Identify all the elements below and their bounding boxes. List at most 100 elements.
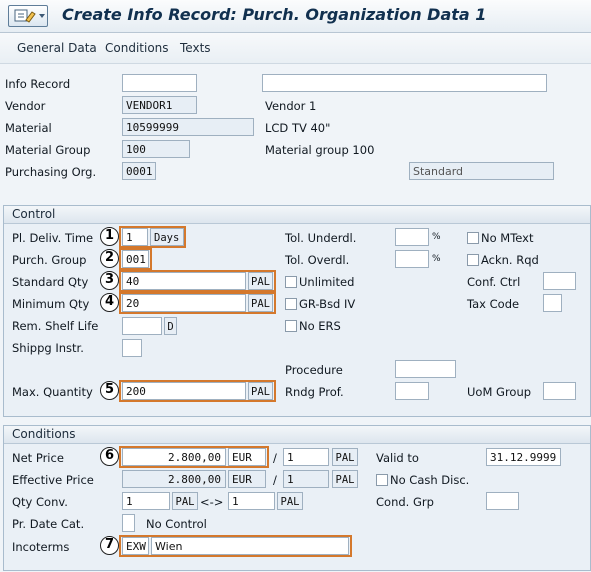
valid-to-field[interactable]: 31.12.9999 xyxy=(486,448,561,466)
purchasing-org-label: Purchasing Org. xyxy=(5,165,97,179)
rem-shelf-life-unit: D xyxy=(164,317,177,335)
minimum-qty-unit: PAL xyxy=(248,294,273,312)
shipping-instr-label: Shippg Instr. xyxy=(12,341,84,355)
callout-badge-3: 3 xyxy=(100,271,119,290)
no-cash-disc-checkbox[interactable] xyxy=(376,474,388,486)
procedure-label: Procedure xyxy=(285,363,343,377)
max-quantity-field[interactable]: 200 xyxy=(122,382,246,400)
pl-deliv-time-field[interactable]: 1 xyxy=(122,228,148,246)
tab-strip: General Data Conditions Texts xyxy=(0,33,591,64)
tax-code-field[interactable] xyxy=(543,294,562,312)
qty-conv-arrow: <-> xyxy=(200,495,224,509)
standard-qty-field[interactable]: 40 xyxy=(122,272,246,290)
no-ers-label: No ERS xyxy=(299,319,341,333)
tol-overdl-pct: % xyxy=(432,254,441,264)
window-title: Create Info Record: Purch. Organization … xyxy=(62,5,487,24)
no-cash-disc-label: No Cash Disc. xyxy=(390,473,470,487)
callout-badge-7: 7 xyxy=(100,536,119,555)
material-field: 10599999 xyxy=(122,118,254,136)
pl-deliv-time-label: Pl. Deliv. Time xyxy=(12,231,94,245)
incoterms-label: Incoterms xyxy=(12,540,70,554)
pr-date-cat-field[interactable] xyxy=(122,514,135,532)
effective-price-per-field: 1 xyxy=(283,470,329,488)
pl-deliv-time-unit: Days xyxy=(150,228,184,246)
tax-code-label: Tax Code xyxy=(467,297,520,311)
no-mtext-label: No MText xyxy=(481,231,534,245)
conf-ctrl-label: Conf. Ctrl xyxy=(467,275,521,289)
callout-badge-1: 1 xyxy=(100,227,119,246)
qty-conv-left-field[interactable]: 1 xyxy=(122,492,170,510)
cond-grp-label: Cond. Grp xyxy=(376,495,434,509)
conditions-group-title: Conditions xyxy=(12,427,76,441)
no-mtext-checkbox[interactable] xyxy=(467,232,479,244)
material-group-desc: Material group 100 xyxy=(265,143,375,157)
tol-overdl-field[interactable] xyxy=(395,250,429,268)
rndg-prof-field[interactable] xyxy=(395,382,429,400)
callout-badge-4: 4 xyxy=(100,293,119,312)
rndg-prof-label: Rndg Prof. xyxy=(285,385,344,399)
info-record-label: Info Record xyxy=(5,77,71,91)
max-quantity-unit: PAL xyxy=(248,382,273,400)
purch-group-label: Purch. Group xyxy=(12,253,87,267)
gr-bsd-iv-checkbox[interactable] xyxy=(285,298,297,310)
ackn-rqd-checkbox[interactable] xyxy=(467,254,479,266)
tol-underdl-label: Tol. Underdl. xyxy=(285,231,357,245)
uom-group-field[interactable] xyxy=(543,382,576,400)
net-price-per-field[interactable]: 1 xyxy=(283,448,329,466)
minimum-qty-label: Minimum Qty xyxy=(12,297,90,311)
effective-price-unit: PAL xyxy=(332,470,358,488)
purch-group-field[interactable]: 001 xyxy=(122,250,149,268)
material-desc: LCD TV 40" xyxy=(265,121,331,135)
qty-conv-right-field[interactable]: 1 xyxy=(228,492,275,510)
tol-underdl-pct: % xyxy=(432,232,441,242)
control-group-header: Control xyxy=(4,206,590,224)
unlimited-checkbox[interactable] xyxy=(285,276,297,288)
qty-conv-left-unit: PAL xyxy=(172,492,198,510)
pr-date-cat-label: Pr. Date Cat. xyxy=(12,517,85,531)
cond-grp-field[interactable] xyxy=(486,492,519,510)
effective-price-field: 2.800,00 xyxy=(122,470,226,488)
display-change-icon[interactable] xyxy=(8,5,48,27)
info-record-desc-field xyxy=(262,74,547,92)
net-price-label: Net Price xyxy=(12,451,64,465)
tol-overdl-label: Tol. Overdl. xyxy=(285,253,350,267)
minimum-qty-field[interactable]: 20 xyxy=(122,294,246,312)
info-record-field[interactable] xyxy=(122,74,197,92)
standard-qty-label: Standard Qty xyxy=(12,275,89,289)
effective-price-currency: EUR xyxy=(228,470,266,488)
net-price-currency[interactable]: EUR xyxy=(228,448,266,466)
incoterms-place-field[interactable]: Wien xyxy=(151,537,349,555)
material-group-field: 100 xyxy=(122,140,190,158)
uom-group-label: UoM Group xyxy=(467,385,532,399)
tab-conditions[interactable]: Conditions xyxy=(105,41,169,55)
info-category-field: Standard xyxy=(409,162,554,180)
callout-badge-2: 2 xyxy=(100,249,119,268)
material-group-label: Material Group xyxy=(5,143,91,157)
purchasing-org-field: 0001 xyxy=(122,162,156,180)
rem-shelf-life-field[interactable] xyxy=(122,317,162,335)
tol-underdl-field[interactable] xyxy=(395,228,429,246)
shipping-instr-field[interactable] xyxy=(122,339,142,357)
standard-qty-unit: PAL xyxy=(248,272,273,290)
callout-badge-6: 6 xyxy=(100,447,119,466)
ackn-rqd-label: Ackn. Rqd xyxy=(481,253,539,267)
procedure-field[interactable] xyxy=(395,360,456,378)
vendor-label: Vendor xyxy=(5,99,46,113)
vendor-desc: Vendor 1 xyxy=(265,99,317,113)
title-bar: Create Info Record: Purch. Organization … xyxy=(0,0,591,33)
max-quantity-label: Max. Quantity xyxy=(12,385,93,399)
pr-date-cat-text: No Control xyxy=(146,517,207,531)
qty-conv-label: Qty Conv. xyxy=(12,495,68,509)
tab-general-data[interactable]: General Data xyxy=(17,41,97,55)
gr-bsd-iv-label: GR-Bsd IV xyxy=(299,297,356,311)
conditions-group-header: Conditions xyxy=(4,426,590,444)
tab-texts[interactable]: Texts xyxy=(180,41,211,55)
control-group-title: Control xyxy=(12,207,56,221)
net-price-field[interactable]: 2.800,00 xyxy=(122,448,226,466)
material-label: Material xyxy=(5,121,52,135)
no-ers-checkbox[interactable] xyxy=(285,320,297,332)
conf-ctrl-field[interactable] xyxy=(543,272,576,290)
unlimited-label: Unlimited xyxy=(299,275,355,289)
incoterms-code-field[interactable]: EXW xyxy=(122,537,149,555)
net-price-unit: PAL xyxy=(332,448,358,466)
